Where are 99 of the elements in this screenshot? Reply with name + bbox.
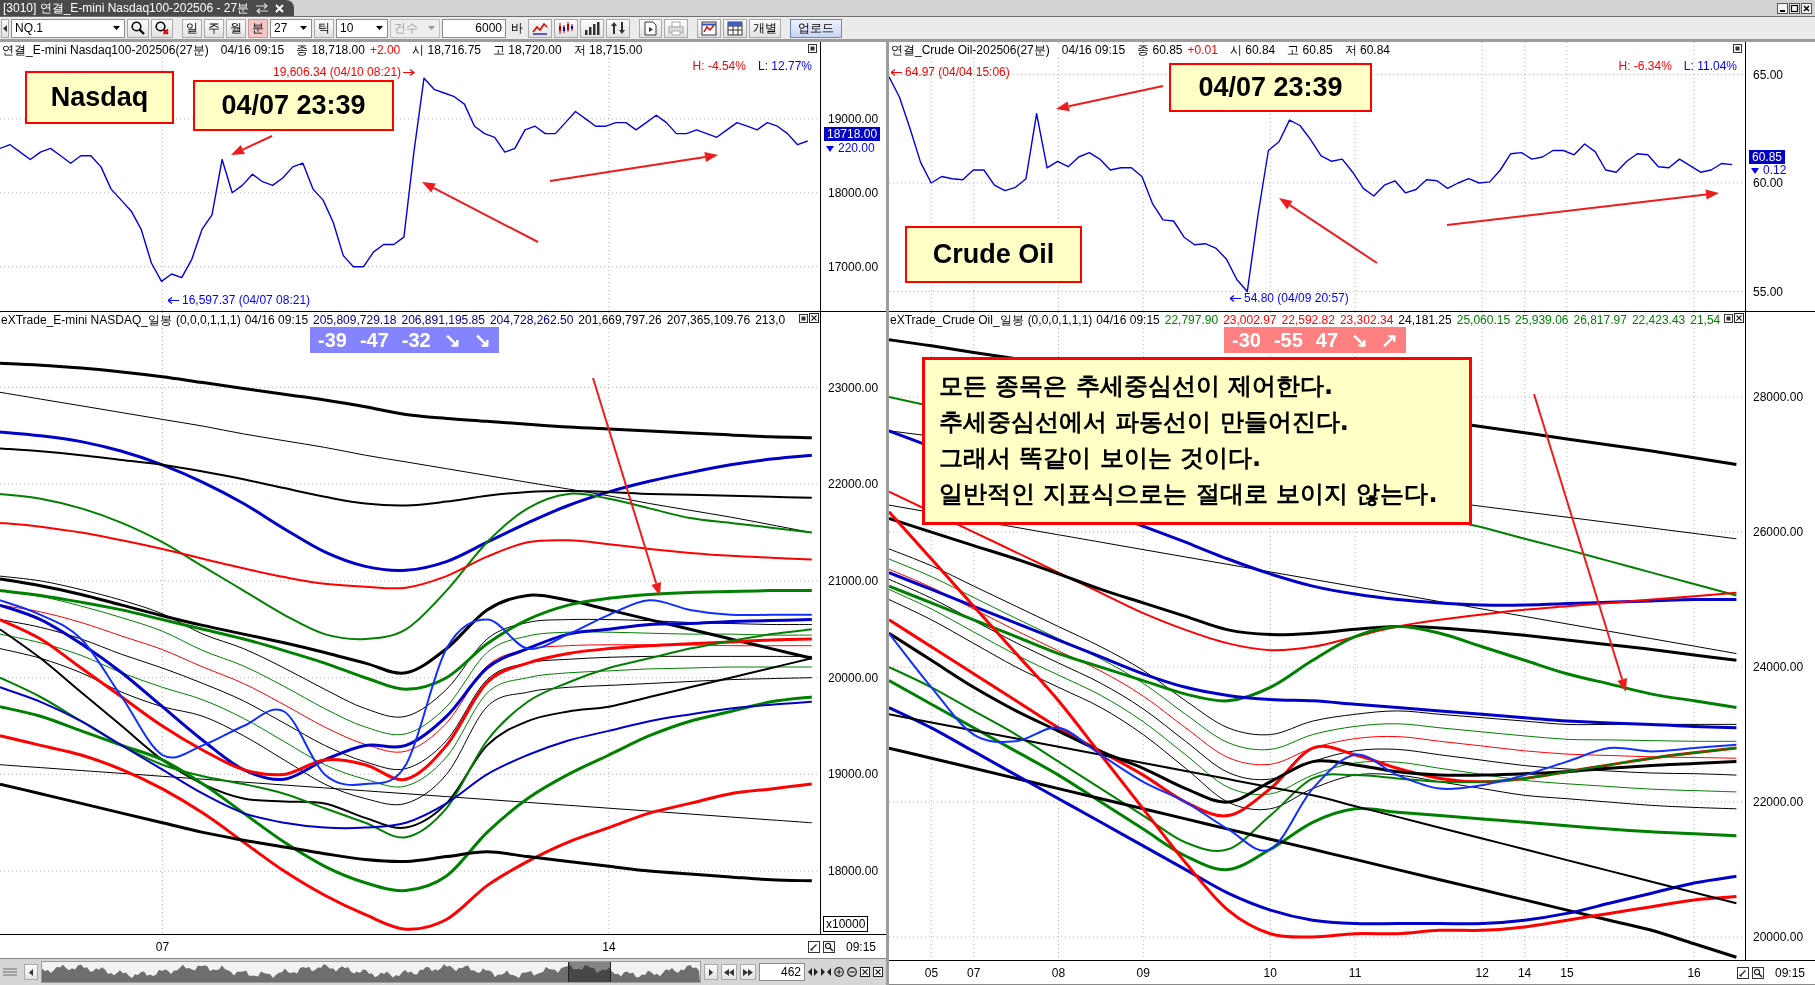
low-percent-text: L: 11.04% bbox=[1683, 59, 1737, 73]
note-text: 그래서 똑같이 보이는 것이다. bbox=[939, 443, 1263, 474]
axis-label: 19000.00 bbox=[828, 767, 879, 782]
axis-label: 22000.00 bbox=[828, 477, 879, 492]
axis-label: 20000.00 bbox=[1753, 930, 1804, 944]
time-label: 09:15 bbox=[1774, 965, 1805, 980]
indicator-value: 204,728,262.50 bbox=[489, 313, 574, 327]
axis-label: 22000.00 bbox=[1753, 795, 1804, 810]
note-text: 모든 종목은 추세중심선이 제어한다. bbox=[939, 371, 1335, 402]
quote-text: 고 18,720.00 bbox=[493, 43, 562, 57]
callout-label: Crude Oil bbox=[905, 226, 1082, 283]
axis-label: 55.00 bbox=[1753, 284, 1784, 299]
signal-value: ↘ bbox=[473, 328, 491, 353]
quote-text: 저 18,715.00 bbox=[573, 43, 643, 57]
axis-label: 05 bbox=[924, 966, 939, 980]
change-text: +0.01 bbox=[1187, 43, 1218, 57]
indicator-value: 23,302.34 bbox=[1339, 313, 1394, 327]
high-price-note: 19,606.34 (04/10 08:21) bbox=[273, 65, 402, 79]
indicator-value: 25,060.15 bbox=[1456, 313, 1511, 327]
indicator-value: 201,669,797.26 bbox=[578, 313, 662, 327]
indicator-value: 22,423.43 bbox=[1631, 313, 1686, 327]
axis-label: 08 bbox=[1051, 966, 1066, 980]
parameter-text: (0,0,0,1,1,1) bbox=[175, 313, 241, 327]
indicator-value: 207,365,109.76 bbox=[666, 313, 751, 327]
last-price-label: 18718.00 bbox=[824, 127, 881, 141]
date-time-text: 04/16 09:15 bbox=[1061, 43, 1126, 57]
signal-value: -30 bbox=[1232, 328, 1261, 353]
indicator-value: 23,002.97 bbox=[1223, 313, 1277, 327]
indicator-value: 206,891,195.85 bbox=[401, 313, 485, 327]
axis-label: 11 bbox=[1348, 966, 1362, 980]
quote-text: 종 60.85 bbox=[1137, 43, 1183, 57]
high-percent-text: H: -4.54% bbox=[692, 59, 746, 73]
chart-title: 연결_Crude Oil-202506(27분) bbox=[891, 43, 1050, 57]
low-price-note: 54.80 (04/09 20:57) bbox=[1244, 291, 1349, 305]
high-percent-text: H: -6.34% bbox=[1618, 59, 1672, 73]
date-time-text: 04/16 09:15 bbox=[244, 313, 309, 327]
axis-label: 60.00 bbox=[1753, 176, 1784, 190]
signal-value: -32 bbox=[401, 328, 431, 353]
scale-label: x10000 bbox=[823, 916, 869, 932]
axis-label: 14 bbox=[602, 940, 616, 954]
low-percent-text: L: 12.77% bbox=[757, 59, 812, 73]
quote-text: 시 60.84 bbox=[1229, 43, 1276, 57]
indicator-value: 22,797.90 bbox=[1164, 313, 1219, 327]
quote-text: 저 60.84 bbox=[1344, 43, 1391, 57]
high-price-note: 64.97 (04/04 15:06) bbox=[905, 65, 1010, 79]
quote-text: 종 18,718.00 bbox=[296, 43, 365, 57]
quote-text: 시 18,716.75 bbox=[412, 43, 481, 57]
signal-value: ↘ bbox=[443, 328, 461, 353]
last-price-label: 60.85 bbox=[1749, 150, 1786, 164]
indicator-value: 24,181.25 bbox=[1398, 313, 1452, 327]
quote-text: 고 60.85 bbox=[1287, 43, 1333, 57]
axis-label: 23000.00 bbox=[828, 380, 879, 395]
axis-label: 26000.00 bbox=[1753, 525, 1804, 540]
chart-title: eXTrade_Crude Oil_일봉 bbox=[890, 313, 1024, 327]
change-text: +2.00 bbox=[369, 43, 401, 57]
axis-label: 21000.00 bbox=[828, 573, 879, 588]
callout-label: 04/07 23:39 bbox=[193, 80, 394, 131]
indicator-value: 25,939.06 bbox=[1515, 313, 1569, 327]
axis-label: 10 bbox=[1263, 966, 1277, 980]
indicator-value: 21,54 bbox=[1690, 313, 1721, 327]
axis-label: 65.00 bbox=[1753, 67, 1784, 82]
axis-label: 15 bbox=[1560, 966, 1574, 980]
axis-label: 20000.00 bbox=[828, 670, 879, 685]
axis-label: 12 bbox=[1475, 966, 1489, 980]
price-change-text: 220.00 bbox=[838, 142, 875, 155]
signal-value: ↗ bbox=[1381, 328, 1399, 353]
indicator-value: 213,0 bbox=[755, 313, 786, 327]
axis-label: 09 bbox=[1136, 966, 1150, 980]
signal-value: 47 bbox=[1315, 328, 1339, 353]
parameter-text: (0,0,0,1,1,1) bbox=[1027, 313, 1093, 327]
axis-label: 24000.00 bbox=[1753, 660, 1804, 675]
axis-label: 07 bbox=[967, 966, 981, 980]
indicator-value: 205,809,729.18 bbox=[313, 313, 397, 327]
note-text: 추세중심선에서 파동선이 만들어진다. bbox=[939, 407, 1350, 438]
price-change-text: 0.12 bbox=[1763, 164, 1787, 177]
axis-label: 07 bbox=[155, 940, 170, 954]
signal-value: ↘ bbox=[1351, 328, 1369, 353]
note-text: 일반적인 지표식으로는 절대로 보이지 않는다. bbox=[939, 479, 1439, 510]
date-time-text: 04/16 09:15 bbox=[220, 43, 285, 57]
axis-label: 17000.00 bbox=[828, 259, 879, 274]
indicator-value: 22,592.82 bbox=[1281, 313, 1335, 327]
callout-label: 04/07 23:39 bbox=[1169, 63, 1372, 112]
date-time-text: 04/16 09:15 bbox=[1096, 313, 1160, 327]
unit-label: 바 bbox=[510, 19, 524, 37]
signal-value: -39 bbox=[318, 328, 347, 353]
axis-label: 18000.00 bbox=[828, 864, 879, 879]
time-label: 09:15 bbox=[845, 939, 876, 954]
axis-label: 28000.00 bbox=[1753, 390, 1804, 404]
indicator-value: 26,817.97 bbox=[1573, 313, 1627, 327]
axis-label: 14 bbox=[1517, 966, 1532, 980]
signal-value: -47 bbox=[359, 328, 389, 353]
axis-label: 18000.00 bbox=[828, 185, 879, 200]
chart-title: 연결_E-mini Nasdaq100-202506(27분) bbox=[2, 43, 209, 57]
chart-title: eXTrade_E-mini NASDAQ_일봉 bbox=[1, 313, 172, 327]
low-price-note: 16,597.37 (04/07 08:21) bbox=[182, 293, 311, 307]
signal-value: -55 bbox=[1273, 328, 1303, 353]
axis-label: 19000.00 bbox=[828, 111, 879, 126]
axis-label: 16 bbox=[1687, 966, 1701, 980]
callout-label: Nasdaq bbox=[25, 71, 174, 124]
